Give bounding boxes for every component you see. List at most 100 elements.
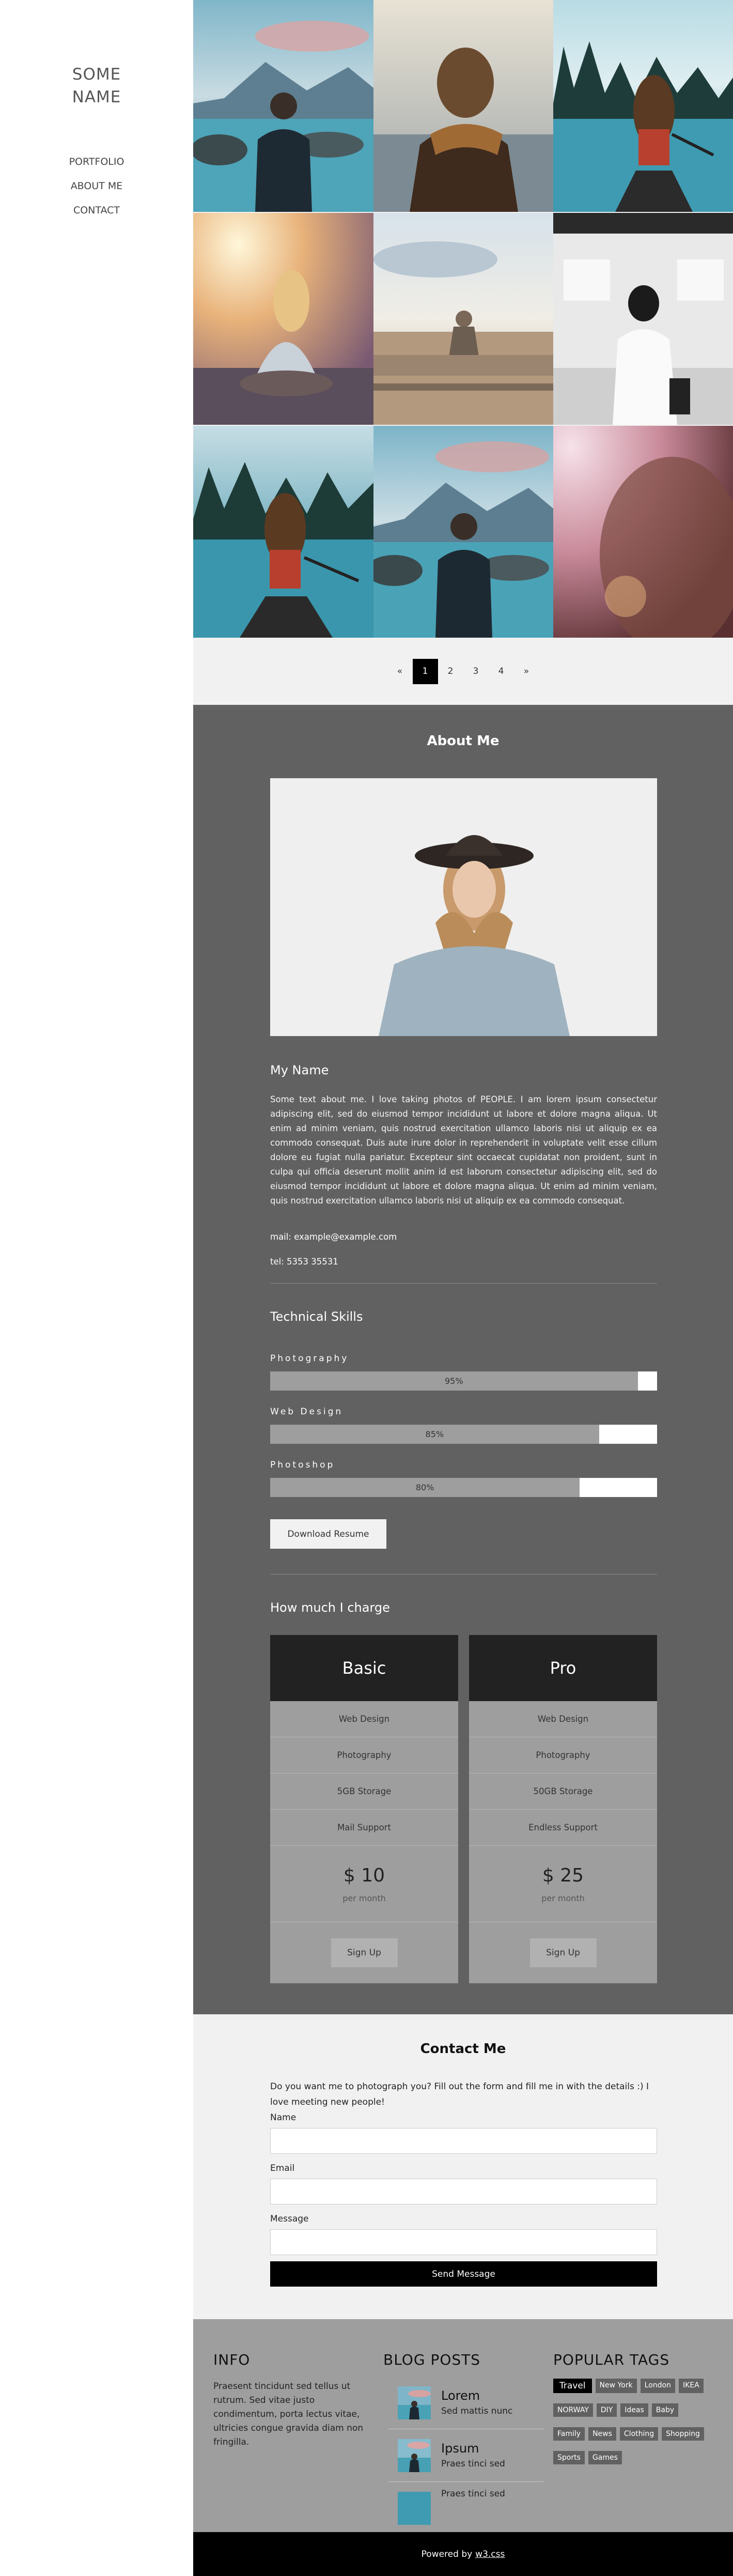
tag-norway[interactable]: NORWAY (553, 2403, 593, 2417)
about-title: About Me (427, 733, 500, 749)
skill-label-web-design: Web Design (270, 1407, 344, 1417)
pagination-page-1[interactable]: 1 (412, 658, 438, 684)
contact-section: Contact Me Do you want me to photograph … (193, 2014, 733, 2319)
photo-man-lake-mountains[interactable] (193, 0, 373, 212)
tag-games[interactable]: Games (588, 2451, 622, 2464)
skills-title: Technical Skills (270, 1309, 363, 1324)
blog-post-title: Ipsum (441, 2441, 479, 2456)
tag-london[interactable]: London (640, 2379, 675, 2393)
tag-new-york[interactable]: New York (595, 2379, 637, 2393)
skill-bar-photoshop: 80% (270, 1478, 657, 1497)
tag-ikea[interactable]: IKEA (678, 2379, 704, 2393)
plan-feature: Endless Support (469, 1810, 657, 1846)
blog-thumbnail (398, 2492, 431, 2525)
email-label: Email (270, 2163, 295, 2173)
plan-feature: 5GB Storage (270, 1773, 458, 1810)
nav-link-contact[interactable]: CONTACT (0, 198, 193, 223)
popular-tags: Travel New York London IKEA NORWAY DIY I… (553, 2379, 713, 2475)
tag-row: Sports Games (553, 2451, 713, 2464)
pricing-plan-basic: Basic Web Design Photography 5GB Storage… (270, 1635, 458, 1983)
nav-link-portfolio[interactable]: PORTFOLIO (0, 150, 193, 174)
pricing-title: How much I charge (270, 1600, 390, 1615)
photo-woman-sunlight[interactable] (193, 213, 373, 425)
pagination-page-2[interactable]: 2 (438, 659, 463, 684)
footer: INFO Praesent tincidunt sed tellus ut ru… (193, 2319, 733, 2532)
send-message-button[interactable]: Send Message (270, 2261, 657, 2287)
plan-footer: Sign Up (270, 1922, 458, 1983)
message-field[interactable] (270, 2229, 657, 2255)
pagination-next[interactable]: » (514, 659, 539, 684)
pagination-page-4[interactable]: 4 (489, 659, 514, 684)
about-mail: mail: example@example.com (270, 1232, 397, 1242)
photo-woman-train[interactable] (553, 213, 733, 425)
contact-title: Contact Me (420, 2041, 506, 2057)
tag-diy[interactable]: DIY (596, 2403, 617, 2417)
contact-intro-text: Do you want me to photograph you? Fill o… (270, 2081, 649, 2107)
blog-post-subtitle: Praes tinci sed (441, 2459, 505, 2469)
email-field[interactable] (270, 2179, 657, 2204)
powered-by-bar: Powered by w3.css (193, 2532, 733, 2576)
download-resume-button[interactable]: Download Resume (270, 1519, 386, 1549)
skill-fill-web-design: 85% (270, 1425, 599, 1444)
blog-post[interactable]: Praes tinci sed (388, 2489, 543, 2532)
powered-by-text: Powered by (421, 2549, 473, 2559)
brand-line-1: SOME (72, 65, 121, 84)
blog-thumbnail (398, 2386, 431, 2419)
plan-price-block: $ 25 per month (469, 1846, 657, 1922)
tag-family[interactable]: Family (553, 2427, 585, 2441)
about-tel: tel: 5353 35531 (270, 1257, 338, 1267)
about-photo-woman-hat (270, 778, 657, 1036)
divider (270, 1574, 657, 1575)
plan-feature: Web Design (270, 1701, 458, 1737)
blog-post-subtitle: Praes tinci sed (441, 2489, 505, 2499)
powered-by-link[interactable]: w3.css (475, 2549, 505, 2559)
skill-label-photoshop: Photoshop (270, 1460, 335, 1470)
pricing-plan-pro: Pro Web Design Photography 50GB Storage … (469, 1635, 657, 1983)
tag-ideas[interactable]: Ideas (620, 2403, 648, 2417)
blog-post[interactable]: Lorem Sed mattis nunc (388, 2386, 543, 2428)
pagination-prev[interactable]: « (387, 659, 413, 684)
tag-row: NORWAY DIY Ideas Baby (553, 2403, 713, 2417)
plan-price: $ 25 (542, 1864, 584, 1886)
tag-clothing[interactable]: Clothing (619, 2427, 659, 2441)
plan-name: Pro (469, 1635, 657, 1701)
blog-post[interactable]: Ipsum Praes tinci sed (388, 2439, 543, 2480)
divider (270, 1283, 657, 1284)
plan-name: Basic (270, 1635, 458, 1701)
photo-woman-canoe-2[interactable] (193, 426, 373, 638)
tag-row: Travel New York London IKEA (553, 2379, 713, 2393)
pagination-page-3[interactable]: 3 (463, 659, 489, 684)
sidebar-nav: PORTFOLIO ABOUT ME CONTACT (0, 150, 193, 223)
photo-grid (193, 0, 733, 638)
plan-feature: Web Design (469, 1701, 657, 1737)
signup-button-pro[interactable]: Sign Up (529, 1938, 597, 1967)
tag-news[interactable]: News (588, 2427, 616, 2441)
nav-link-about-me[interactable]: ABOUT ME (0, 174, 193, 198)
plan-period: per month (342, 1893, 386, 1903)
plan-price-block: $ 10 per month (270, 1846, 458, 1922)
brand-line-2: NAME (72, 88, 121, 106)
skill-bar-photography: 95% (270, 1371, 657, 1391)
about-section: About Me My Name Some text about me. I l… (193, 705, 733, 2014)
tag-baby[interactable]: Baby (651, 2403, 679, 2417)
name-field[interactable] (270, 2128, 657, 2154)
message-label: Message (270, 2214, 309, 2224)
tag-travel[interactable]: Travel (553, 2379, 592, 2393)
blog-post-title: Lorem (441, 2388, 480, 2403)
photo-woman-canoe[interactable] (553, 0, 733, 212)
signup-button-basic[interactable]: Sign Up (331, 1938, 398, 1967)
photo-man-lake-mountains-2[interactable] (373, 426, 553, 638)
tag-shopping[interactable]: Shopping (662, 2427, 704, 2441)
brand-name: SOME NAME (0, 63, 193, 109)
plan-price: $ 10 (343, 1864, 385, 1886)
footer-info-title: INFO (213, 2351, 251, 2368)
photo-woman-portrait-pink[interactable] (553, 426, 733, 638)
footer-tags-title: POPULAR TAGS (553, 2351, 670, 2368)
tag-sports[interactable]: Sports (553, 2451, 585, 2464)
photo-person-bench[interactable] (373, 213, 553, 425)
photo-man-scarf[interactable] (373, 0, 553, 212)
plan-feature: Photography (270, 1737, 458, 1773)
skill-bar-web-design: 85% (270, 1425, 657, 1444)
plan-footer: Sign Up (469, 1922, 657, 1983)
sidebar: SOME NAME PORTFOLIO ABOUT ME CONTACT (0, 0, 193, 2576)
